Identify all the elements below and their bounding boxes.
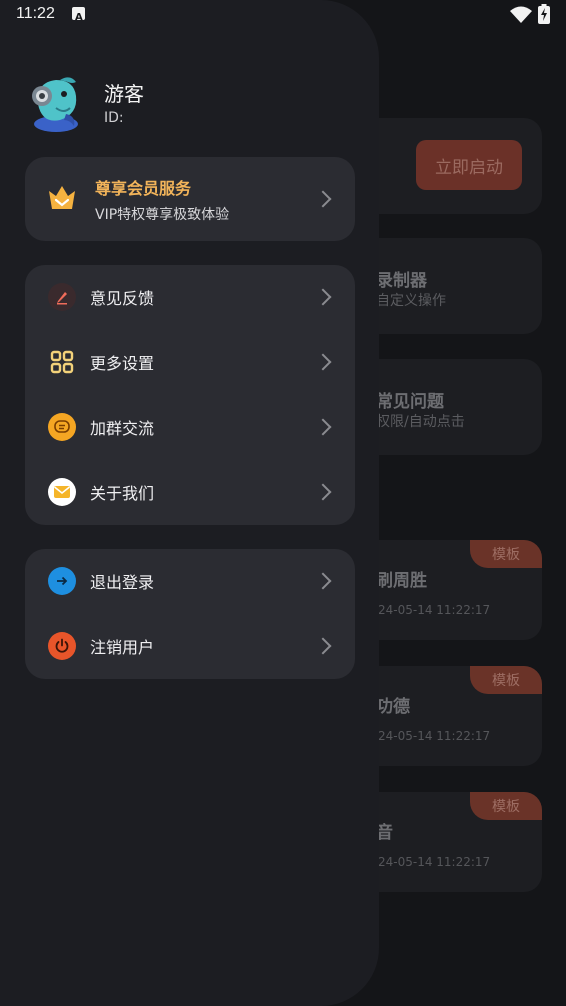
- recorder-subtitle: 自定义操作: [376, 293, 446, 309]
- menu-item-join-group[interactable]: 加群交流: [25, 395, 355, 459]
- faq-title: 常见问题: [376, 392, 444, 412]
- recorder-title: 录制器: [376, 271, 427, 291]
- navigation-drawer: 游客 ID: 尊享会员服务 VIP特权尊享极致体验 意见反馈 更多设置 加群交流…: [0, 0, 379, 1006]
- wifi-icon: [510, 6, 532, 28]
- logout-arrow-icon: [48, 567, 76, 595]
- template-date: 24-05-14 11:22:17: [378, 603, 491, 617]
- chevron-right-icon: [314, 637, 332, 655]
- menu-item-label: 意见反馈: [90, 289, 155, 308]
- start-now-button[interactable]: 立即启动: [416, 140, 522, 190]
- crown-icon: [47, 183, 77, 215]
- battery-charging-icon: [538, 4, 550, 28]
- mail-icon: [48, 478, 76, 506]
- feedback-pen-icon: [48, 283, 76, 311]
- template-badge: 模板: [470, 792, 542, 820]
- menu-item-feedback[interactable]: 意见反馈: [25, 265, 355, 329]
- status-bar: 11:22 A: [0, 0, 566, 30]
- vip-title: 尊享会员服务: [95, 179, 192, 198]
- template-badge: 模板: [470, 540, 542, 568]
- power-icon: [48, 632, 76, 660]
- menu-item-label: 更多设置: [90, 354, 155, 373]
- menu-item-label: 退出登录: [90, 573, 155, 592]
- username: 游客: [104, 82, 144, 106]
- vip-subtitle: VIP特权尊享极致体验: [95, 207, 230, 223]
- chevron-right-icon: [314, 418, 332, 436]
- template-title: 刷周胜: [376, 571, 427, 591]
- status-time: 11:22: [16, 5, 55, 22]
- user-id: ID:: [104, 110, 124, 126]
- chevron-right-icon: [314, 288, 332, 306]
- chevron-right-icon: [314, 353, 332, 371]
- avatar[interactable]: [26, 74, 82, 134]
- vip-card[interactable]: 尊享会员服务 VIP特权尊享极致体验: [25, 157, 355, 241]
- menu-item-about-us[interactable]: 关于我们: [25, 460, 355, 524]
- template-title: 功德: [376, 697, 410, 717]
- menu-card-primary: 意见反馈 更多设置 加群交流 关于我们: [25, 265, 355, 525]
- chevron-right-icon: [314, 483, 332, 501]
- menu-item-logout[interactable]: 退出登录: [25, 549, 355, 613]
- menu-item-delete-account[interactable]: 注销用户: [25, 614, 355, 678]
- menu-item-label: 注销用户: [90, 638, 155, 657]
- settings-grid-icon: [48, 348, 76, 376]
- menu-item-label: 关于我们: [90, 484, 155, 503]
- template-date: 24-05-14 11:22:17: [378, 729, 491, 743]
- menu-card-secondary: 退出登录 注销用户: [25, 549, 355, 679]
- template-badge: 模板: [470, 666, 542, 694]
- faq-subtitle: 权限/自动点击: [376, 414, 465, 430]
- template-date: 24-05-14 11:22:17: [378, 855, 491, 869]
- a-icon: A: [72, 7, 85, 23]
- chevron-right-icon: [314, 190, 332, 208]
- chat-bubble-icon: [48, 413, 76, 441]
- menu-item-label: 加群交流: [90, 419, 155, 438]
- chevron-right-icon: [314, 572, 332, 590]
- menu-item-settings[interactable]: 更多设置: [25, 330, 355, 394]
- svg-text:A: A: [75, 12, 83, 22]
